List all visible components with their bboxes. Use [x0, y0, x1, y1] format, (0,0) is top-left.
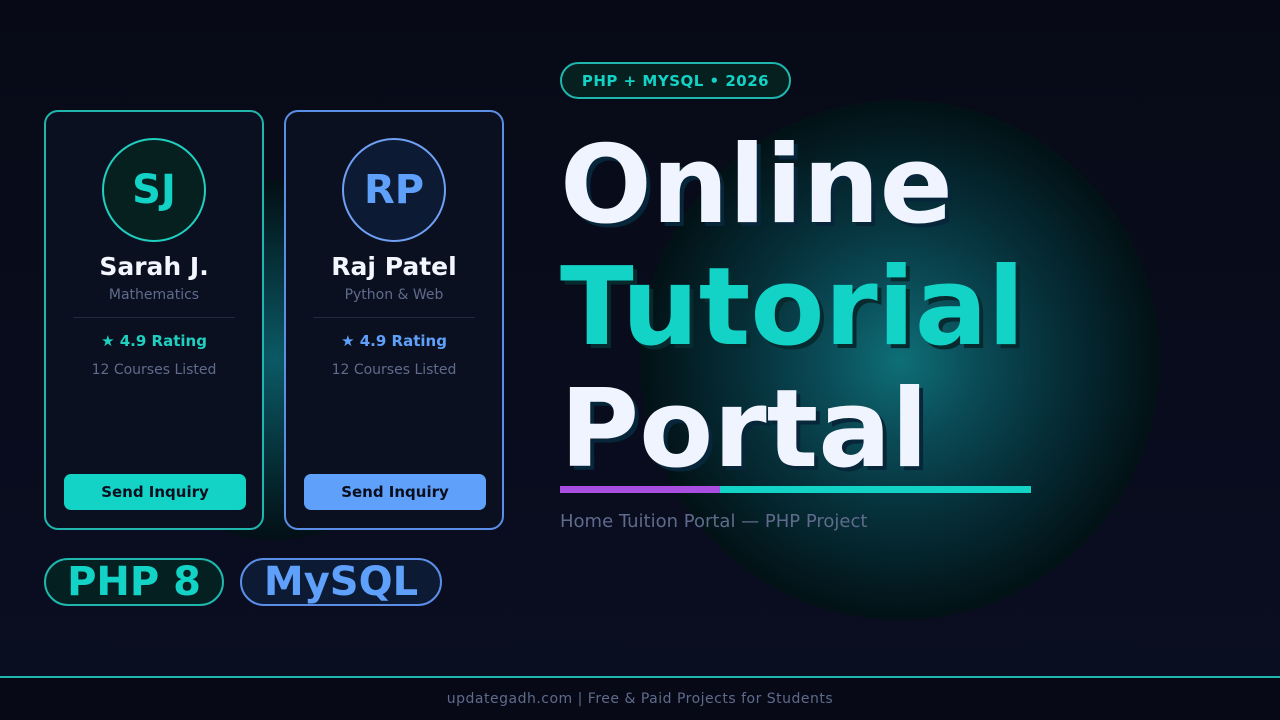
- footer: updategadh.com | Free & Paid Projects fo…: [0, 676, 1280, 720]
- tech-year-badge: PHP + MYSQL • 2026: [560, 62, 791, 99]
- courses-count: 12 Courses Listed: [331, 362, 457, 378]
- tutor-card-sarah: SJ Sarah J. Mathematics ★ 4.9 Rating 12 …: [44, 110, 264, 530]
- mysql-badge: MySQL: [240, 558, 442, 606]
- rating-label: ★ 4.9 Rating: [341, 332, 447, 350]
- avatar: SJ: [102, 138, 206, 242]
- tutor-name: Sarah J.: [99, 252, 209, 281]
- tutor-subject: Mathematics: [108, 287, 200, 303]
- php-badge: PHP 8: [44, 558, 224, 606]
- card-divider: [313, 317, 475, 318]
- rating-label: ★ 4.9 Rating: [101, 332, 207, 350]
- headline-line-2: Tutorial: [560, 245, 1025, 370]
- tutor-name: Raj Patel: [331, 252, 457, 281]
- page-subtitle: Home Tuition Portal — PHP Project: [560, 511, 868, 532]
- headline-underline: [560, 486, 1031, 493]
- tutor-card-raj: RP Raj Patel Python & Web ★ 4.9 Rating 1…: [284, 110, 504, 530]
- courses-count: 12 Courses Listed: [91, 362, 217, 378]
- card-divider: [73, 317, 235, 318]
- tutor-subject: Python & Web: [344, 287, 444, 303]
- headline-line-1: Online: [560, 123, 953, 248]
- send-inquiry-button[interactable]: Send Inquiry: [64, 474, 246, 510]
- headline-line-3: Portal: [560, 367, 929, 492]
- avatar: RP: [342, 138, 446, 242]
- send-inquiry-button[interactable]: Send Inquiry: [304, 474, 486, 510]
